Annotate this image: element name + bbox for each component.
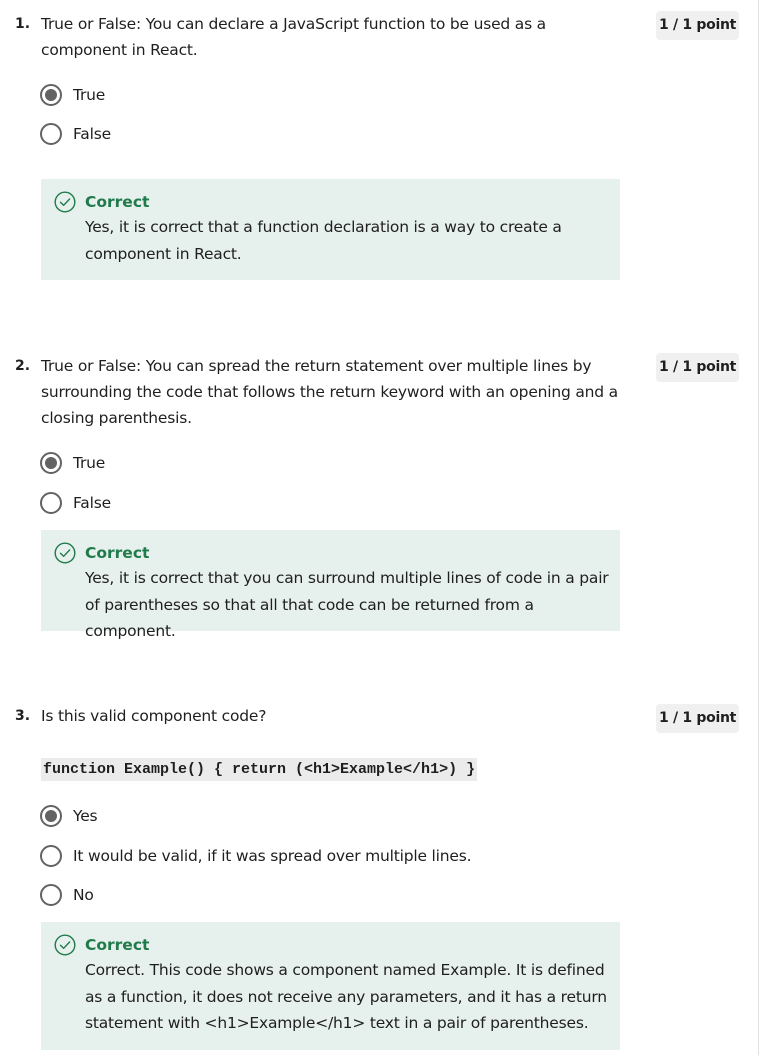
feedback-correct: Correct Yes, it is correct that a functi…: [41, 179, 620, 280]
option-label: False: [73, 494, 111, 512]
feedback-text: Correct. This code shows a component nam…: [85, 961, 607, 1032]
feedback-correct: Correct Yes, it is correct that you can …: [41, 530, 620, 640]
check-circle-icon: [54, 191, 76, 213]
feedback-text: Yes, it is correct that you can surround…: [85, 569, 609, 640]
feedback-text: Yes, it is correct that a function decla…: [85, 218, 562, 263]
points-badge: 1 / 1 point: [656, 353, 739, 382]
radio-button[interactable]: [40, 492, 62, 514]
code-snippet: function Example() { return (<h1>Example…: [41, 758, 478, 781]
feedback-title: Correct: [85, 936, 150, 954]
question-number: 1.: [15, 16, 31, 32]
radio-button-selected[interactable]: [40, 452, 62, 474]
radio-button[interactable]: [40, 845, 62, 867]
feedback-title: Correct: [85, 544, 150, 562]
question-number: 3.: [15, 708, 31, 724]
question-text: True or False: You can spread the return…: [41, 357, 618, 427]
feedback-correct: Correct Correct. This code shows a compo…: [41, 922, 620, 1050]
option-label: True: [73, 454, 106, 472]
radio-button[interactable]: [40, 123, 62, 145]
question-number: 2.: [15, 358, 31, 374]
option-label: It would be valid, if it was spread over…: [73, 847, 472, 865]
check-circle-icon: [54, 934, 76, 956]
option-label: True: [73, 86, 106, 104]
check-circle-icon: [54, 542, 76, 564]
radio-button-selected[interactable]: [40, 84, 62, 106]
option-label: False: [73, 125, 111, 143]
radio-button[interactable]: [40, 884, 62, 906]
option-label: No: [73, 886, 94, 904]
radio-button-selected[interactable]: [40, 805, 62, 827]
feedback-title: Correct: [85, 193, 150, 211]
question-text: True or False: You can declare a JavaScr…: [41, 15, 546, 59]
points-badge: 1 / 1 point: [656, 11, 739, 40]
question-text: Is this valid component code?: [41, 707, 267, 725]
option-label: Yes: [73, 807, 98, 825]
points-badge: 1 / 1 point: [656, 704, 739, 733]
